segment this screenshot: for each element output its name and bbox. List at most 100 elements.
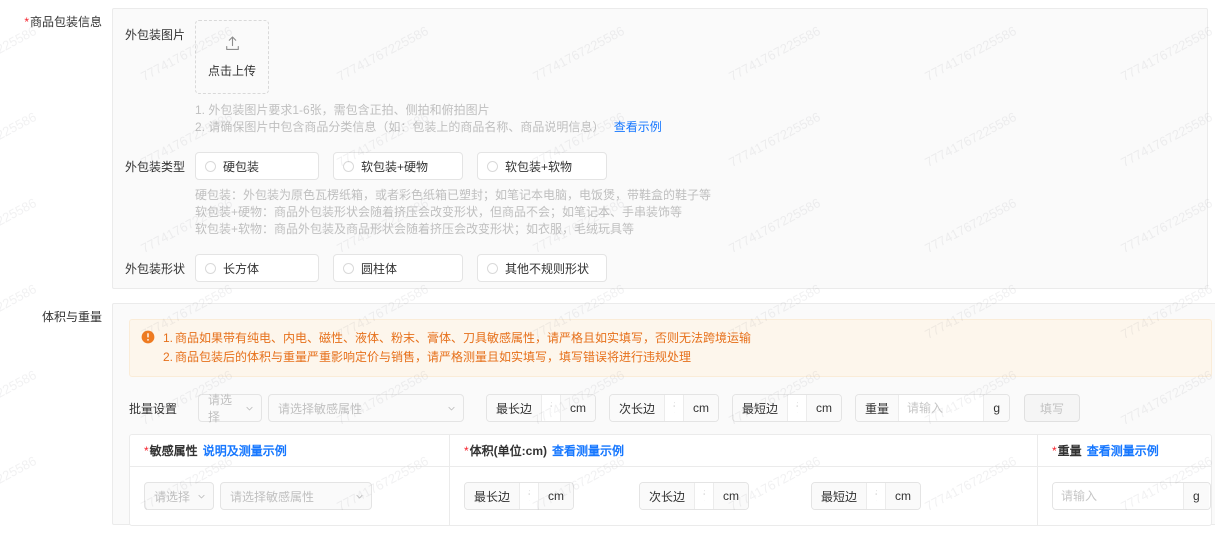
package-shape-options: 长方体 圆柱体 其他不规则形状: [195, 254, 607, 282]
row-sensitive-attr-value: 请选择敏感属性: [230, 489, 315, 504]
package-type-row: 外包装类型 硬包装 软包装+硬物 软包装+软物 硬包装：外包装为原色瓦楞纸箱，或…: [113, 152, 1207, 238]
packaging-info-section: *商品包装信息 外包装图片 点击上传 1. 外包装图片要求1-6张，需包含正拍、…: [0, 8, 1208, 289]
package-type-descriptions: 硬包装：外包装为原色瓦楞纸箱，或者彩色纸箱已塑封；如笔记本电脑，电饭煲，带鞋盒的…: [195, 187, 711, 238]
table-header-sensitive-attr: * 敏感属性 说明及测量示例: [130, 435, 449, 466]
package-type-options: 硬包装 软包装+硬物 软包装+软物: [195, 152, 711, 180]
batch-sensitive-type-select[interactable]: 请选择: [198, 393, 262, 424]
table-header-volume: * 体积(单位:cm) 查看测量示例: [449, 435, 1037, 466]
package-image-label: 外包装图片: [124, 28, 185, 42]
upload-button[interactable]: 点击上传: [195, 20, 269, 94]
package-image-tip-text: 1. 外包装图片要求1-6张，需包含正拍、侧拍和俯拍图片: [195, 103, 490, 117]
batch-weight-group: 重量 g: [855, 394, 1010, 422]
row-shortest-side-label: 最短边: [812, 483, 868, 509]
batch-longest-side-input[interactable]: [542, 395, 560, 421]
table-header-row: * 敏感属性 说明及测量示例 * 体积(单位:cm) 查看测量示例 * 重量 查…: [130, 435, 1211, 467]
row-longest-side-label: 最长边: [465, 483, 521, 509]
package-shape-option-label: 长方体: [223, 261, 260, 276]
batch-shortest-side-input[interactable]: [788, 395, 806, 421]
weight-example-link[interactable]: 查看测量示例: [1087, 442, 1159, 459]
batch-sensitive-attr-select[interactable]: 请选择敏感属性: [268, 394, 464, 422]
package-image-row: 外包装图片 点击上传 1. 外包装图片要求1-6张，需包含正拍、侧拍和俯拍图片: [113, 20, 1207, 136]
package-type-option-label: 软包装+软物: [505, 159, 573, 174]
row-longest-side-input[interactable]: [520, 483, 538, 509]
row-longest-side-unit: cm: [538, 483, 573, 509]
package-shape-option-cuboid[interactable]: 长方体: [195, 254, 319, 282]
sensitive-attr-example-link[interactable]: 说明及测量示例: [203, 442, 287, 459]
row-second-side-unit: cm: [713, 483, 748, 509]
batch-shortest-side-label: 最短边: [733, 395, 789, 421]
package-shape-option-label: 其他不规则形状: [505, 261, 590, 276]
volume-weight-section: 体积与重量 1. 商品如果带有纯电、内电、磁性、液体、粉末、膏体、刀具敏感属性，请…: [0, 303, 1215, 526]
row-shortest-side-group: 最短边 cm: [811, 482, 921, 510]
volume-example-link[interactable]: 查看测量示例: [552, 442, 624, 459]
required-asterisk: *: [1052, 443, 1057, 458]
package-type-option-soft-hard[interactable]: 软包装+硬物: [333, 152, 463, 180]
batch-weight-unit: g: [983, 395, 1009, 421]
row-second-side-input[interactable]: [695, 483, 713, 509]
table-cell-sensitive-attr: 请选择 请选择敏感属性: [130, 467, 449, 525]
package-type-label: 外包装类型: [124, 160, 185, 174]
packaging-info-body: 外包装图片 点击上传 1. 外包装图片要求1-6张，需包含正拍、侧拍和俯拍图片: [112, 8, 1208, 289]
batch-sensitive-type-value: 请选择: [208, 393, 233, 424]
upload-button-label: 点击上传: [207, 64, 256, 78]
radio-icon: [487, 160, 498, 172]
batch-sensitive-attr-value: 请选择敏感属性: [278, 401, 363, 416]
package-type-option-soft-soft[interactable]: 软包装+软物: [477, 152, 607, 180]
package-shape-option-label: 圆柱体: [361, 261, 398, 276]
radio-icon: [205, 262, 216, 274]
package-type-option-label: 软包装+硬物: [361, 159, 429, 174]
row-weight-input[interactable]: [1053, 483, 1183, 509]
batch-fill-button[interactable]: 填写: [1024, 394, 1080, 422]
table-header-weight-title: 重量: [1057, 444, 1082, 458]
package-type-option-label: 硬包装: [223, 159, 260, 174]
package-type-content: 硬包装 软包装+硬物 软包装+软物 硬包装：外包装为原色瓦楞纸箱，或者彩色纸箱已…: [195, 152, 711, 238]
required-asterisk: *: [464, 443, 469, 458]
package-shape-option-cylinder[interactable]: 圆柱体: [333, 254, 463, 282]
view-example-link[interactable]: 查看示例: [614, 120, 662, 134]
package-type-description: 硬包装：外包装为原色瓦楞纸箱，或者彩色纸箱已塑封；如笔记本电脑，电饭煲，带鞋盒的…: [195, 188, 712, 202]
volume-weight-table: * 敏感属性 说明及测量示例 * 体积(单位:cm) 查看测量示例 * 重量 查…: [129, 434, 1212, 526]
package-shape-label: 外包装形状: [124, 262, 185, 276]
radio-icon: [205, 160, 216, 172]
row-sensitive-type-value: 请选择: [154, 489, 191, 504]
chevron-down-icon: [197, 492, 206, 501]
chevron-down-icon: [355, 492, 364, 501]
required-asterisk: *: [144, 443, 149, 458]
row-second-side-label: 次长边: [640, 483, 696, 509]
volume-weight-alert-body: 1. 商品如果带有纯电、内电、磁性、液体、粉末、膏体、刀具敏感属性，请严格且如实填…: [163, 329, 1201, 367]
alert-line-text: 商品包装后的体积与重量严重影响定价与销售，请严格测量且如实填写，填写错误将进行违…: [175, 350, 692, 364]
package-image-tips: 1. 外包装图片要求1-6张，需包含正拍、侧拍和俯拍图片 2. 请确保图片中包含…: [195, 102, 662, 136]
batch-longest-side-group: 最长边 cm: [486, 394, 596, 422]
package-image-content: 点击上传 1. 外包装图片要求1-6张，需包含正拍、侧拍和俯拍图片 2. 请确保…: [195, 20, 662, 136]
package-image-tip-text: 2. 请确保图片中包含商品分类信息（如：包装上的商品名称、商品说明信息）: [195, 120, 605, 134]
row-sensitive-attr-select[interactable]: 请选择敏感属性: [220, 482, 372, 510]
batch-shortest-side-group: 最短边 cm: [732, 394, 842, 422]
row-weight-group: g: [1052, 482, 1211, 510]
alert-line-number: 2.: [163, 350, 174, 364]
package-type-option-hard[interactable]: 硬包装: [195, 152, 319, 180]
table-header-volume-title: 体积(单位:cm): [469, 444, 548, 458]
batch-settings-row: 批量设置 请选择 请选择敏感属性 最长边 cm 次长边: [129, 393, 1212, 424]
batch-second-side-group: 次长边 cm: [609, 394, 719, 422]
batch-longest-side-label: 最长边: [487, 395, 543, 421]
radio-icon: [343, 160, 354, 172]
row-weight-unit: g: [1183, 483, 1209, 509]
upload-icon: [224, 35, 241, 55]
batch-second-side-input[interactable]: [665, 395, 683, 421]
row-shortest-side-input[interactable]: [867, 483, 885, 509]
table-header-weight: * 重量 查看测量示例: [1037, 435, 1211, 466]
batch-second-side-unit: cm: [683, 395, 718, 421]
batch-second-side-label: 次长边: [610, 395, 666, 421]
package-type-description: 软包装+硬物：商品外包装形状会随着挤压会改变形状，但商品不会；如笔记本、手串装饰…: [195, 205, 683, 219]
alert-line-text: 商品如果带有纯电、内电、磁性、液体、粉末、膏体、刀具敏感属性，请严格且如实填写，…: [175, 331, 752, 345]
alert-line-number: 1.: [163, 331, 174, 345]
table-cell-volume: 最长边 cm 次长边 cm 最短边 cm: [449, 467, 1037, 525]
row-sensitive-type-select[interactable]: 请选择: [144, 482, 214, 510]
batch-weight-input[interactable]: [899, 395, 984, 421]
volume-weight-label: 体积与重量: [41, 310, 102, 324]
volume-weight-body: 1. 商品如果带有纯电、内电、磁性、液体、粉末、膏体、刀具敏感属性，请严格且如实填…: [112, 303, 1215, 526]
package-shape-option-irregular[interactable]: 其他不规则形状: [477, 254, 607, 282]
batch-longest-side-unit: cm: [560, 395, 595, 421]
table-row: 请选择 请选择敏感属性 最长边 请输入 cm 次长边 请输入 cm 最短边 请输…: [130, 467, 1211, 525]
required-asterisk: *: [24, 15, 29, 29]
